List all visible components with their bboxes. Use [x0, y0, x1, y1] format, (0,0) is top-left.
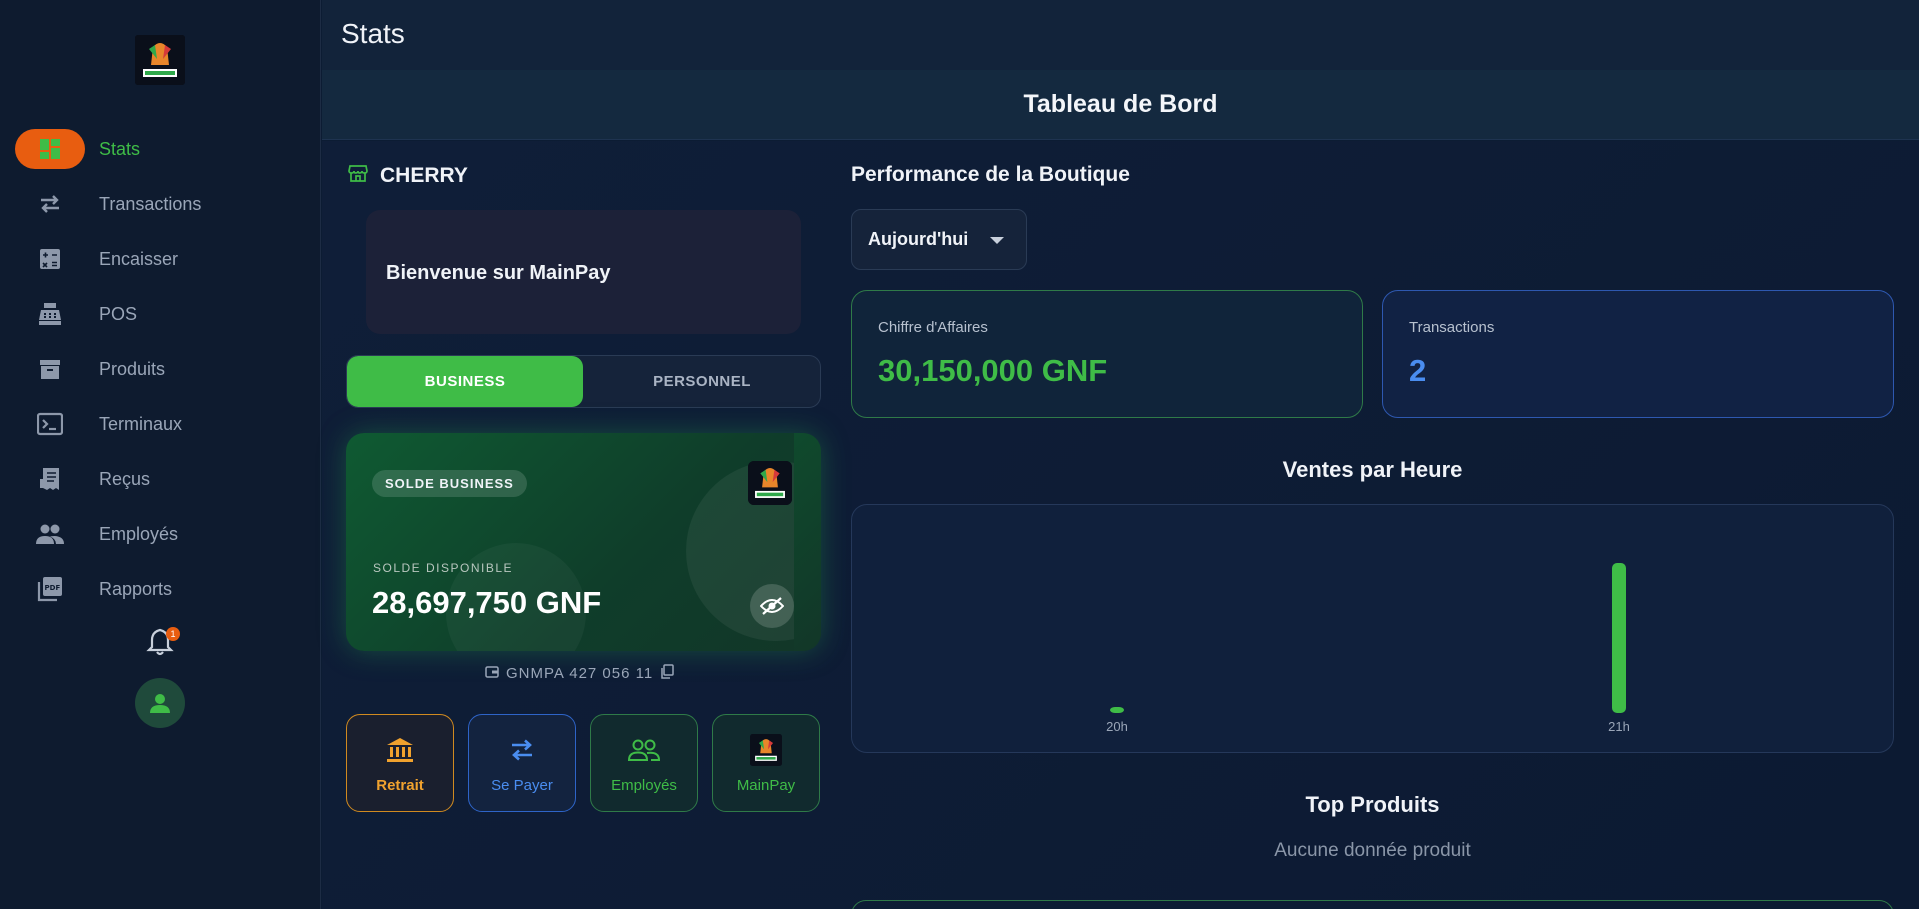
- balance-type-badge: SOLDE BUSINESS: [372, 470, 527, 497]
- action-label: Employés: [611, 776, 677, 794]
- sidebar-item-recus[interactable]: Reçus: [15, 458, 305, 500]
- next-card: [851, 900, 1894, 909]
- action-label: MainPay: [736, 776, 796, 794]
- calculator-icon: [15, 239, 85, 279]
- balance-amount: 28,697,750 GNF: [372, 585, 602, 620]
- sidebar-item-encaisser[interactable]: Encaisser: [15, 238, 305, 280]
- mainpay-logo[interactable]: [135, 35, 185, 85]
- swap-arrows-icon: [508, 733, 536, 767]
- account-number-row: GNMPA 427 056 11: [485, 664, 674, 683]
- avatar[interactable]: [135, 678, 185, 728]
- mainpay-logo: [748, 461, 792, 505]
- account-number: GNMPA 427 056 11: [506, 665, 654, 682]
- page-title: Stats: [341, 18, 405, 49]
- x-tick-label: 21h: [1608, 719, 1630, 734]
- period-select[interactable]: Aujourd'hui: [851, 209, 1027, 270]
- sidebar: Stats Transactions Encaisser POS Produit…: [0, 0, 321, 909]
- sidebar-item-label: Terminaux: [99, 413, 183, 434]
- wallet-icon: [485, 665, 499, 683]
- sidebar-item-stats[interactable]: Stats: [15, 128, 305, 170]
- welcome-text: Bienvenue sur MainPay: [386, 262, 611, 284]
- people-icon: [628, 733, 660, 767]
- sidebar-item-label: POS: [99, 303, 138, 324]
- sidebar-item-label: Transactions: [99, 193, 202, 214]
- transactions-label: Transactions: [1409, 319, 1495, 336]
- sidebar-item-pos[interactable]: POS: [15, 293, 305, 335]
- caret-down-icon: [990, 237, 1004, 244]
- copy-icon[interactable]: [660, 664, 674, 683]
- sidebar-item-employes[interactable]: Employés: [15, 513, 305, 555]
- pdf-icon: PDF: [15, 569, 85, 609]
- dashboard-title: Tableau de Bord: [1023, 90, 1218, 118]
- sidebar-item-label: Employés: [99, 523, 179, 544]
- bar-21h[interactable]: [1612, 563, 1626, 713]
- store-icon: [348, 163, 368, 188]
- toggle-visibility-button[interactable]: [750, 584, 794, 628]
- sidebar-item-transactions[interactable]: Transactions: [15, 183, 305, 225]
- balance-card: SOLDE BUSINESS SOLDE DISPONIBLE 28,697,7…: [346, 433, 821, 651]
- personnel-tab[interactable]: PERSONNEL: [584, 356, 820, 407]
- mainpay-logo: [750, 733, 782, 767]
- account-toggle: BUSINESS PERSONNEL: [346, 355, 821, 408]
- revenue-value: 30,150,000 GNF: [878, 353, 1108, 388]
- eye-off-icon: [760, 597, 784, 615]
- revenue-label: Chiffre d'Affaires: [878, 319, 988, 336]
- sidebar-item-terminaux[interactable]: Terminaux: [15, 403, 305, 445]
- sidebar-item-label: Rapports: [99, 578, 173, 599]
- top-products-title: Top Produits: [1305, 792, 1440, 817]
- sales-chart-title: Ventes par Heure: [1282, 457, 1463, 482]
- x-tick-label: 20h: [1106, 719, 1128, 734]
- business-tab[interactable]: BUSINESS: [347, 356, 583, 407]
- top-products-empty: Aucune donnée produit: [1274, 840, 1471, 861]
- performance-title: Performance de la Boutique: [851, 163, 1130, 186]
- shop-header: CHERRY: [348, 163, 468, 188]
- notification-badge: 1: [166, 627, 180, 641]
- available-balance-label: SOLDE DISPONIBLE: [373, 561, 514, 575]
- sidebar-item-label: Stats: [99, 138, 141, 159]
- revenue-card: Chiffre d'Affaires 30,150,000 GNF: [851, 290, 1363, 418]
- bank-icon: [385, 733, 415, 767]
- archive-box-icon: [15, 349, 85, 389]
- user-icon: [150, 694, 170, 713]
- card-decoration: [794, 433, 821, 651]
- transactions-card: Transactions 2: [1382, 290, 1894, 418]
- period-value: Aujourd'hui: [868, 229, 969, 249]
- swap-arrows-icon: [15, 184, 85, 224]
- welcome-card: Bienvenue sur MainPay: [366, 210, 801, 334]
- mainpay-button[interactable]: MainPay: [712, 714, 820, 812]
- sidebar-item-produits[interactable]: Produits: [15, 348, 305, 390]
- sidebar-item-rapports[interactable]: PDF Rapports: [15, 568, 305, 610]
- cash-register-icon: [15, 294, 85, 334]
- people-icon: [15, 514, 85, 554]
- employes-button[interactable]: Employés: [590, 714, 698, 812]
- shop-name: CHERRY: [380, 163, 468, 187]
- transactions-value: 2: [1409, 353, 1427, 388]
- receipt-icon: [15, 459, 85, 499]
- sidebar-item-label: Reçus: [99, 468, 151, 489]
- sales-chart-svg: 20h 21h: [1106, 563, 1630, 734]
- sales-chart: 20h 21h: [851, 504, 1894, 753]
- sidebar-item-label: Produits: [99, 358, 166, 379]
- dashboard-header: Tableau de Bord: [322, 70, 1919, 140]
- retrait-button[interactable]: Retrait: [346, 714, 454, 812]
- action-label: Retrait: [376, 776, 424, 794]
- bar-20h[interactable]: [1110, 707, 1124, 713]
- action-label: Se Payer: [491, 776, 553, 794]
- terminal-icon: [15, 404, 85, 444]
- sidebar-item-label: Encaisser: [99, 248, 179, 269]
- dashboard-icon: [15, 129, 85, 169]
- svg-text:PDF: PDF: [45, 584, 61, 592]
- se-payer-button[interactable]: Se Payer: [468, 714, 576, 812]
- top-bar: Stats: [322, 0, 1919, 70]
